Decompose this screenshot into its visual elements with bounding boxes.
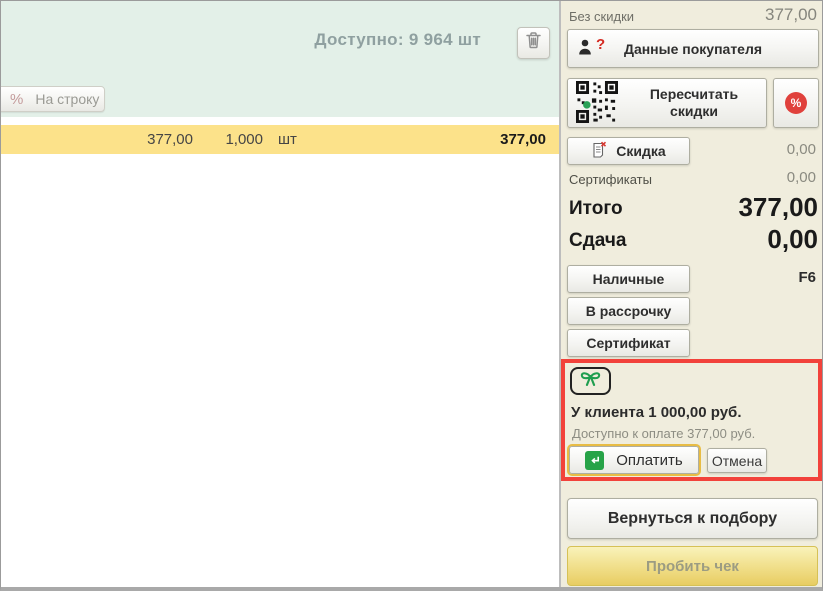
delete-row-button[interactable] (517, 27, 550, 59)
pos-window: Доступно: 9 964 шт % На строку 377,00 1,… (0, 0, 823, 591)
cash-button-label: Наличные (592, 271, 665, 287)
certificates-label: Сертификаты (569, 172, 652, 187)
pay-button[interactable]: Оплатить (569, 446, 699, 474)
pay-installment-button[interactable]: В рассрочку (567, 297, 690, 325)
row-cell-quantity: 1,000 (225, 131, 263, 148)
cancel-button-label: Отмена (711, 452, 763, 469)
cash-hotkey-label: F6 (798, 269, 816, 286)
discount-value: 0,00 (786, 141, 816, 158)
receipt-items-pane: Доступно: 9 964 шт % На строку 377,00 1,… (1, 1, 559, 587)
row-cell-price: 377,00 (147, 131, 193, 148)
manual-discount-button[interactable]: % (773, 78, 819, 128)
no-discount-value: 377,00 (765, 5, 817, 24)
payment-summary-pane: Без скидки 377,00 ? Данные покупателя Пе… (561, 1, 822, 587)
enter-key-icon (585, 450, 605, 470)
customer-button-label: Данные покупателя (623, 40, 763, 57)
client-balance-text: У клиента 1 000,00 руб. (571, 404, 742, 421)
cancel-button[interactable]: Отмена (707, 448, 767, 473)
discount-per-line-button[interactable]: % На строку (1, 86, 105, 112)
trash-icon (526, 32, 541, 54)
change-label: Сдача (569, 230, 627, 251)
pay-certificate-button[interactable]: Сертификат (567, 329, 690, 357)
available-stock-label: Доступно: 9 964 шт (314, 30, 481, 49)
per-line-label: На строку (35, 91, 100, 107)
gift-bow-icon (578, 370, 603, 392)
qr-code-icon (576, 80, 618, 126)
row-cell-unit: шт (278, 131, 297, 148)
installment-button-label: В рассрочку (585, 303, 672, 319)
back-button-label: Вернуться к подбору (607, 509, 778, 527)
percent-icon: % (10, 90, 24, 108)
customer-data-button[interactable]: ? Данные покупателя (567, 29, 819, 68)
recalc-button-label: Пересчитать скидки (649, 85, 739, 120)
discount-doc-icon (591, 141, 607, 161)
selected-item-info-panel: Доступно: 9 964 шт % На строку (1, 1, 559, 117)
no-discount-label: Без скидки (569, 9, 635, 24)
receipt-item-row[interactable]: 377,00 1,000 шт 377,00 (1, 125, 559, 154)
total-label: Итого (569, 198, 623, 219)
discount-button-label: Скидка (616, 143, 666, 159)
customer-person-icon: ? (578, 36, 606, 56)
percent-red-icon: % (785, 92, 807, 114)
pay-cash-button[interactable]: Наличные (567, 265, 690, 293)
back-to-selection-button[interactable]: Вернуться к подбору (567, 498, 818, 539)
question-mark-icon: ? (596, 36, 606, 53)
certificates-value: 0,00 (786, 169, 816, 186)
row-cell-total: 377,00 (500, 131, 546, 148)
pay-button-label: Оплатить (616, 451, 683, 469)
certificate-button-label: Сертификат (586, 335, 671, 351)
recalculate-discounts-button[interactable]: Пересчитать скидки (567, 78, 767, 128)
checkout-button-label: Пробить чек (646, 557, 739, 575)
print-receipt-button[interactable]: Пробить чек (567, 546, 818, 586)
available-to-pay-text: Доступно к оплате 377,00 руб. (572, 426, 756, 441)
change-value: 0,00 (767, 224, 818, 254)
gift-card-toggle-button[interactable] (570, 367, 611, 395)
discount-button[interactable]: Скидка (567, 137, 690, 165)
gift-card-payment-panel: У клиента 1 000,00 руб. Доступно к оплат… (561, 359, 822, 481)
total-value: 377,00 (738, 192, 818, 222)
